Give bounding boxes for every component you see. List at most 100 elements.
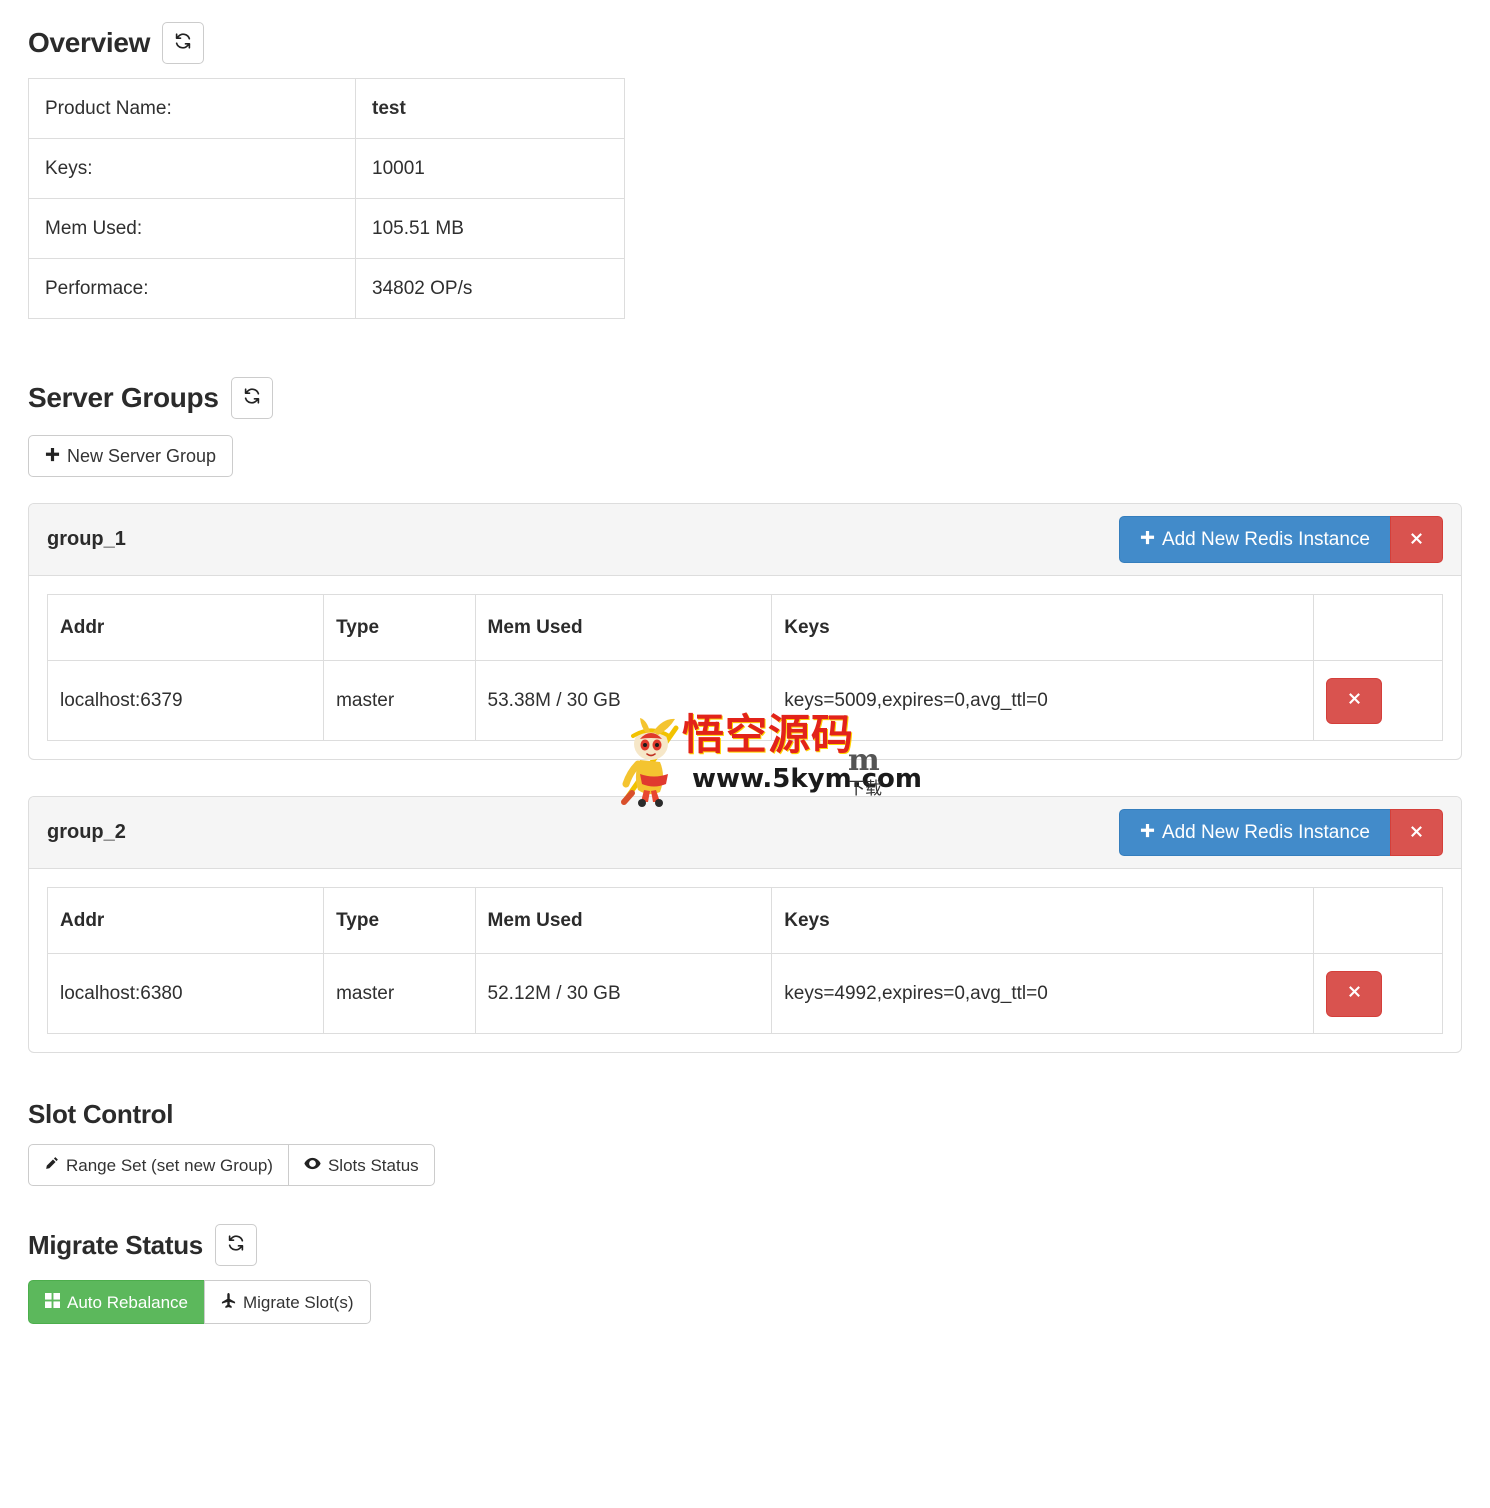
plane-icon <box>221 1293 236 1311</box>
instance-type: master <box>324 661 475 741</box>
overview-table-wrap: Product Name: test Keys: 10001 Mem Used:… <box>28 78 1490 319</box>
table-row: Product Name: test <box>29 79 625 139</box>
server-group-name: group_1 <box>47 528 126 551</box>
times-icon <box>1409 531 1424 549</box>
refresh-icon <box>243 387 261 409</box>
delete-instance-button[interactable] <box>1326 678 1382 724</box>
server-group-heading: group_1 Add New Redis Instance <box>29 504 1461 576</box>
column-header-actions <box>1314 595 1443 661</box>
column-header-type: Type <box>324 595 475 661</box>
eye-icon <box>304 1156 321 1174</box>
migrate-status-title: Migrate Status <box>28 1230 203 1261</box>
instance-addr: localhost:6380 <box>48 954 324 1034</box>
range-set-label: Range Set (set new Group) <box>66 1157 273 1174</box>
overview-label: Performace: <box>29 259 356 319</box>
table-row: Mem Used: 105.51 MB <box>29 199 625 259</box>
times-icon <box>1409 824 1424 842</box>
instance-keys: keys=4992,expires=0,avg_ttl=0 <box>772 954 1314 1034</box>
delete-server-group-button[interactable] <box>1390 809 1443 856</box>
delete-server-group-button[interactable] <box>1390 516 1443 563</box>
instance-keys: keys=5009,expires=0,avg_ttl=0 <box>772 661 1314 741</box>
instance-mem-used: 52.12M / 30 GB <box>475 954 772 1034</box>
overview-label: Keys: <box>29 139 356 199</box>
plus-icon <box>1140 823 1155 842</box>
overview-label: Product Name: <box>29 79 356 139</box>
page-root: Overview Product Name: test Keys: <box>0 22 1490 1324</box>
times-icon <box>1347 690 1362 712</box>
column-header-mem-used: Mem Used <box>475 595 772 661</box>
instance-type: master <box>324 954 475 1034</box>
migrate-slots-button[interactable]: Migrate Slot(s) <box>204 1280 371 1324</box>
add-new-redis-instance-button[interactable]: Add New Redis Instance <box>1119 516 1391 563</box>
slots-status-button[interactable]: Slots Status <box>288 1144 435 1186</box>
server-group-actions: Add New Redis Instance <box>1119 809 1443 856</box>
instance-actions <box>1314 661 1443 741</box>
refresh-icon <box>227 1234 245 1256</box>
server-group-body: Addr Type Mem Used Keys localhost:6380 m… <box>29 869 1461 1052</box>
auto-rebalance-label: Auto Rebalance <box>67 1294 188 1311</box>
column-header-actions <box>1314 888 1443 954</box>
overview-value: 105.51 MB <box>356 199 625 259</box>
column-header-addr: Addr <box>48 888 324 954</box>
slot-control-toolbar: Range Set (set new Group) Slots Status <box>28 1144 1490 1186</box>
server-group-heading: group_2 Add New Redis Instance <box>29 797 1461 869</box>
server-group-panel: group_1 Add New Redis Instance <box>28 503 1462 760</box>
slots-status-label: Slots Status <box>328 1157 419 1174</box>
add-instance-label: Add New Redis Instance <box>1162 530 1370 549</box>
migrate-status-refresh-button[interactable] <box>215 1224 257 1266</box>
table-row: Keys: 10001 <box>29 139 625 199</box>
slot-control-button-group: Range Set (set new Group) Slots Status <box>28 1144 435 1186</box>
pencil-icon <box>44 1156 59 1174</box>
server-groups-title: Server Groups <box>28 382 219 414</box>
instances-table: Addr Type Mem Used Keys localhost:6379 m… <box>47 594 1443 741</box>
table-row: localhost:6379 master 53.38M / 30 GB key… <box>48 661 1443 741</box>
table-header-row: Addr Type Mem Used Keys <box>48 888 1443 954</box>
server-groups-header: Server Groups <box>28 377 1490 419</box>
table-header-row: Addr Type Mem Used Keys <box>48 595 1443 661</box>
overview-refresh-button[interactable] <box>162 22 204 64</box>
server-group-body: Addr Type Mem Used Keys localhost:6379 m… <box>29 576 1461 759</box>
slot-control-header: Slot Control <box>28 1099 1490 1130</box>
overview-label: Mem Used: <box>29 199 356 259</box>
delete-instance-button[interactable] <box>1326 971 1382 1017</box>
grid-icon <box>45 1293 60 1311</box>
auto-rebalance-button[interactable]: Auto Rebalance <box>28 1280 205 1324</box>
instances-table: Addr Type Mem Used Keys localhost:6380 m… <box>47 887 1443 1034</box>
refresh-icon <box>174 32 192 54</box>
overview-table: Product Name: test Keys: 10001 Mem Used:… <box>28 78 625 319</box>
column-header-mem-used: Mem Used <box>475 888 772 954</box>
add-new-redis-instance-button[interactable]: Add New Redis Instance <box>1119 809 1391 856</box>
add-instance-label: Add New Redis Instance <box>1162 823 1370 842</box>
slot-control-title: Slot Control <box>28 1099 1490 1130</box>
server-group-actions: Add New Redis Instance <box>1119 516 1443 563</box>
page-title: Overview <box>28 27 150 59</box>
range-set-button[interactable]: Range Set (set new Group) <box>28 1144 289 1186</box>
migrate-status-toolbar: Auto Rebalance Migrate Slot(s) <box>28 1280 1490 1324</box>
migrate-button-group: Auto Rebalance Migrate Slot(s) <box>28 1280 371 1324</box>
column-header-keys: Keys <box>772 595 1314 661</box>
column-header-addr: Addr <box>48 595 324 661</box>
instance-mem-used: 53.38M / 30 GB <box>475 661 772 741</box>
plus-icon <box>1140 530 1155 549</box>
overview-value: 34802 OP/s <box>356 259 625 319</box>
table-row: localhost:6380 master 52.12M / 30 GB key… <box>48 954 1443 1034</box>
migrate-status-header: Migrate Status <box>28 1224 1490 1266</box>
server-groups-toolbar: New Server Group <box>28 435 1490 477</box>
new-server-group-button[interactable]: New Server Group <box>28 435 233 477</box>
migrate-slots-label: Migrate Slot(s) <box>243 1294 354 1311</box>
overview-header: Overview <box>28 22 1490 64</box>
table-row: Performace: 34802 OP/s <box>29 259 625 319</box>
instance-actions <box>1314 954 1443 1034</box>
instance-addr: localhost:6379 <box>48 661 324 741</box>
server-groups-refresh-button[interactable] <box>231 377 273 419</box>
plus-icon <box>45 447 60 465</box>
times-icon <box>1347 983 1362 1005</box>
column-header-keys: Keys <box>772 888 1314 954</box>
column-header-type: Type <box>324 888 475 954</box>
new-server-group-label: New Server Group <box>67 447 216 465</box>
server-group-name: group_2 <box>47 821 126 844</box>
watermark-url: www.5kym.com <box>692 764 922 794</box>
server-group-panel: group_2 Add New Redis Instance <box>28 796 1462 1053</box>
overview-value: test <box>356 79 625 139</box>
overview-value: 10001 <box>356 139 625 199</box>
